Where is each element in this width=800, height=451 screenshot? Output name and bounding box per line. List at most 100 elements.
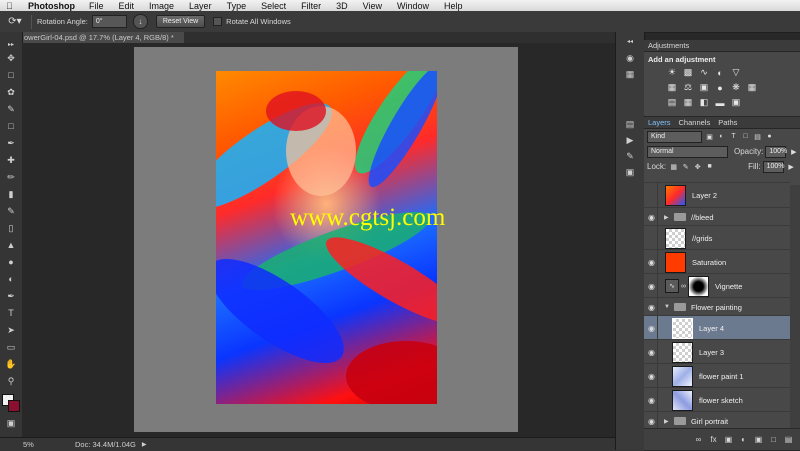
menu-image[interactable]: Image bbox=[149, 1, 174, 11]
lock-pixels-icon[interactable]: ✎ bbox=[681, 162, 690, 171]
history-panel-icon[interactable]: ▤ bbox=[623, 118, 637, 130]
zoom-level[interactable]: 5% bbox=[23, 440, 63, 449]
visibility-toggle[interactable]: ◉ bbox=[644, 274, 658, 298]
lasso-tool-icon[interactable]: ✿ bbox=[0, 84, 22, 100]
filter-shape-icon[interactable]: □ bbox=[741, 132, 750, 141]
visibility-toggle[interactable] bbox=[644, 183, 658, 207]
tab-layers[interactable]: Layers bbox=[644, 118, 675, 127]
expand-arrow-icon[interactable]: ▶ bbox=[664, 214, 670, 221]
move-tool-icon[interactable]: ✥ bbox=[0, 50, 22, 66]
menu-edit[interactable]: Edit bbox=[119, 1, 135, 11]
doc-info[interactable]: Doc: 34.4M/1.04G bbox=[75, 440, 136, 449]
layer-row[interactable]: ◉ Saturation bbox=[644, 249, 790, 274]
menu-type[interactable]: Type bbox=[227, 1, 247, 11]
gradient-map-icon[interactable]: ▬ bbox=[712, 96, 728, 109]
layer-mask-thumbnail[interactable] bbox=[688, 275, 709, 297]
brush-panel-icon[interactable]: ✎ bbox=[623, 150, 637, 162]
color-balance-icon[interactable]: ⚖ bbox=[680, 81, 696, 94]
menu-layer[interactable]: Layer bbox=[189, 1, 212, 11]
visibility-toggle[interactable] bbox=[644, 226, 658, 250]
hue-saturation-icon[interactable]: ▦ bbox=[664, 81, 680, 94]
visibility-toggle[interactable]: ◉ bbox=[644, 388, 658, 412]
menu-filter[interactable]: Filter bbox=[301, 1, 321, 11]
menu-file[interactable]: File bbox=[89, 1, 104, 11]
posterize-icon[interactable]: ▦ bbox=[680, 96, 696, 109]
visibility-toggle[interactable]: ◉ bbox=[644, 340, 658, 364]
visibility-toggle[interactable]: ◉ bbox=[644, 316, 658, 340]
vibrance-icon[interactable]: ▽ bbox=[728, 66, 744, 79]
threshold-icon[interactable]: ◧ bbox=[696, 96, 712, 109]
menu-window[interactable]: Window bbox=[397, 1, 429, 11]
layer-style-icon[interactable]: fx bbox=[708, 434, 719, 445]
quick-mask-icon[interactable]: ▣ bbox=[0, 415, 22, 431]
clone-stamp-tool-icon[interactable]: ▮ bbox=[0, 186, 22, 202]
channel-mixer-icon[interactable]: ❋ bbox=[728, 81, 744, 94]
app-menu[interactable]: Photoshop bbox=[28, 1, 75, 11]
status-menu-arrow-icon[interactable]: ▶ bbox=[142, 441, 147, 448]
healing-brush-tool-icon[interactable]: ✚ bbox=[0, 152, 22, 168]
background-color-swatch[interactable] bbox=[8, 400, 20, 412]
type-tool-icon[interactable]: T bbox=[0, 305, 22, 321]
levels-icon[interactable]: ▩ bbox=[680, 66, 696, 79]
layer-row[interactable]: ◉ flower sketch bbox=[644, 387, 790, 412]
zoom-tool-icon[interactable]: ⚲ bbox=[0, 373, 22, 389]
swatches-panel-icon[interactable]: ▦ bbox=[623, 68, 637, 80]
visibility-toggle[interactable]: ◉ bbox=[644, 364, 658, 388]
eraser-tool-icon[interactable]: ▯ bbox=[0, 220, 22, 236]
crop-tool-icon[interactable]: □ bbox=[0, 118, 22, 134]
layer-group-row[interactable]: ◉ ▼ Flower painting bbox=[644, 297, 790, 316]
document-tab[interactable]: owerGirl-04.psd @ 17.7% (Layer 4, RGB/8)… bbox=[22, 32, 184, 43]
layers-scrollbar[interactable] bbox=[790, 185, 800, 435]
marquee-tool-icon[interactable]: □ bbox=[0, 67, 22, 83]
layer-row[interactable]: Layer 2 bbox=[644, 182, 790, 207]
reset-view-button[interactable]: Reset View bbox=[155, 15, 206, 28]
link-icon[interactable]: ∞ bbox=[681, 283, 686, 290]
quick-select-tool-icon[interactable]: ✎ bbox=[0, 101, 22, 117]
rotate-view-tool-icon[interactable]: ⟳▾ bbox=[4, 14, 26, 30]
hand-tool-icon[interactable]: ✋ bbox=[0, 356, 22, 372]
expand-arrow-icon[interactable]: ▶ bbox=[664, 418, 670, 425]
menu-select[interactable]: Select bbox=[261, 1, 286, 11]
delete-layer-icon[interactable]: ▤ bbox=[783, 434, 794, 445]
menu-3d[interactable]: 3D bbox=[336, 1, 348, 11]
filter-smart-object-icon[interactable]: ▤ bbox=[753, 132, 762, 141]
layer-row[interactable]: //grids bbox=[644, 225, 790, 250]
color-panel-icon[interactable]: ◉ bbox=[623, 52, 637, 64]
menu-view[interactable]: View bbox=[363, 1, 382, 11]
history-brush-tool-icon[interactable]: ✎ bbox=[0, 203, 22, 219]
visibility-toggle[interactable]: ◉ bbox=[644, 208, 658, 226]
layer-row[interactable]: ◉ ∿ ∞ Vignette bbox=[644, 273, 790, 298]
filter-toggle-icon[interactable]: ● bbox=[765, 132, 774, 141]
visibility-toggle[interactable]: ◉ bbox=[644, 298, 658, 316]
layer-row[interactable]: ◉ Layer 3 bbox=[644, 339, 790, 364]
fill-input[interactable]: 100% bbox=[762, 160, 784, 173]
filter-kind-select[interactable]: Kind bbox=[647, 130, 702, 143]
filter-type-icon[interactable]: T bbox=[729, 132, 738, 141]
photo-filter-icon[interactable]: ● bbox=[712, 81, 728, 94]
black-white-icon[interactable]: ▣ bbox=[696, 81, 712, 94]
menu-help[interactable]: Help bbox=[444, 1, 463, 11]
add-mask-icon[interactable]: ▣ bbox=[723, 434, 734, 445]
curves-icon[interactable]: ∿ bbox=[696, 66, 712, 79]
brightness-contrast-icon[interactable]: ☀ bbox=[664, 66, 680, 79]
paint-bucket-tool-icon[interactable]: ▲ bbox=[0, 237, 22, 253]
new-group-icon[interactable]: ▣ bbox=[753, 434, 764, 445]
lock-transparency-icon[interactable]: ▦ bbox=[669, 162, 678, 171]
tab-paths[interactable]: Paths bbox=[714, 118, 741, 127]
blur-tool-icon[interactable]: ● bbox=[0, 254, 22, 270]
artwork-image[interactable] bbox=[216, 71, 437, 404]
exposure-icon[interactable]: ◐ bbox=[712, 66, 728, 79]
dodge-tool-icon[interactable]: ◐ bbox=[0, 271, 22, 287]
rotation-angle-input[interactable]: 0° bbox=[91, 15, 127, 28]
invert-icon[interactable]: ▤ bbox=[664, 96, 680, 109]
filter-pixel-icon[interactable]: ▣ bbox=[705, 132, 714, 141]
color-lookup-icon[interactable]: ▦ bbox=[744, 81, 760, 94]
selective-color-icon[interactable]: ▣ bbox=[728, 96, 744, 109]
layer-row[interactable]: ◉ flower paint 1 bbox=[644, 363, 790, 388]
brush-presets-icon[interactable]: ▣ bbox=[623, 166, 637, 178]
new-layer-icon[interactable]: □ bbox=[768, 434, 779, 445]
collapse-arrow-icon[interactable]: ▼ bbox=[664, 304, 670, 310]
visibility-toggle[interactable]: ◉ bbox=[644, 250, 658, 274]
filter-adjustment-icon[interactable]: ◐ bbox=[717, 132, 726, 141]
blend-mode-select[interactable]: Normal bbox=[647, 145, 728, 158]
